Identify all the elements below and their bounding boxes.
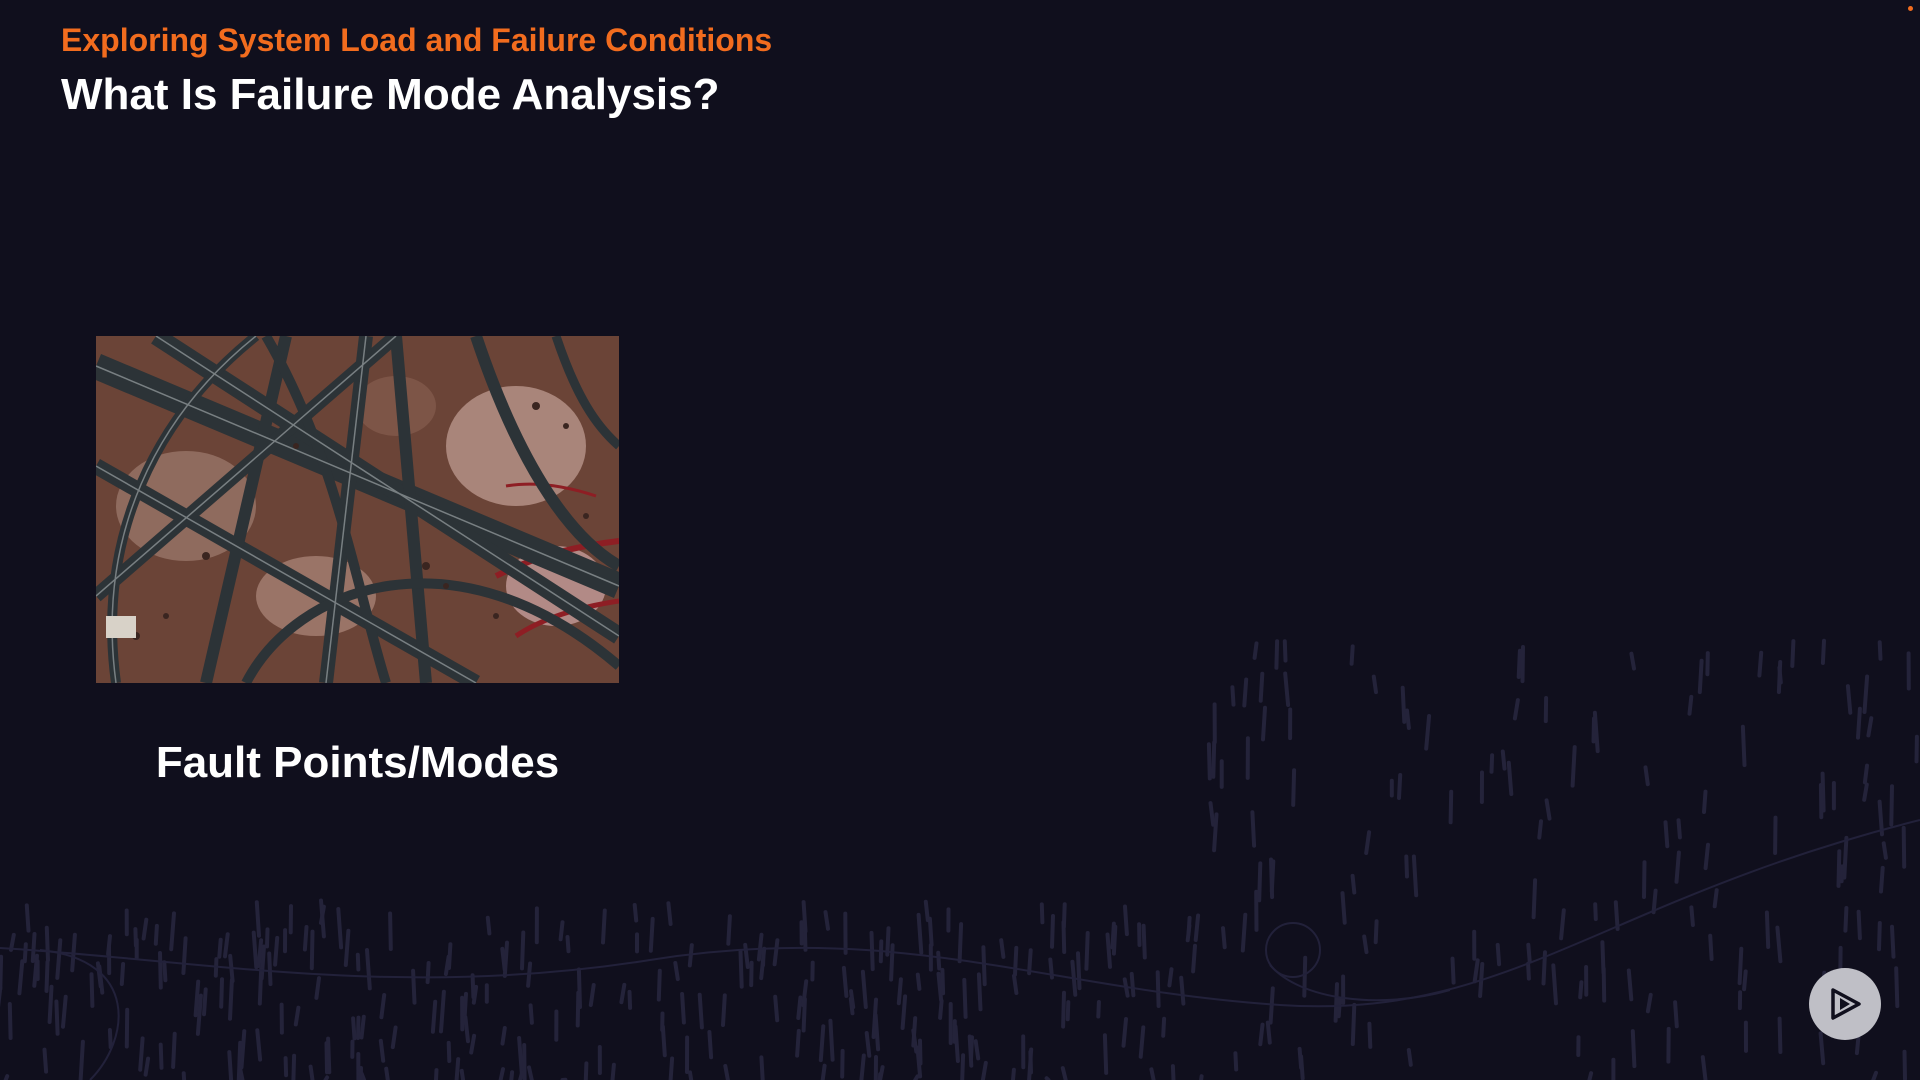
slide-title: What Is Failure Mode Analysis? bbox=[61, 70, 720, 119]
play-button[interactable] bbox=[1809, 968, 1881, 1040]
slide: Exploring System Load and Failure Condit… bbox=[0, 0, 1920, 1080]
module-title: Exploring System Load and Failure Condit… bbox=[61, 22, 773, 58]
corner-indicator-dot bbox=[1908, 6, 1913, 11]
play-icon bbox=[1831, 988, 1861, 1020]
figure-caption: Fault Points/Modes bbox=[155, 738, 560, 787]
highway-interchange-photo bbox=[96, 336, 619, 683]
